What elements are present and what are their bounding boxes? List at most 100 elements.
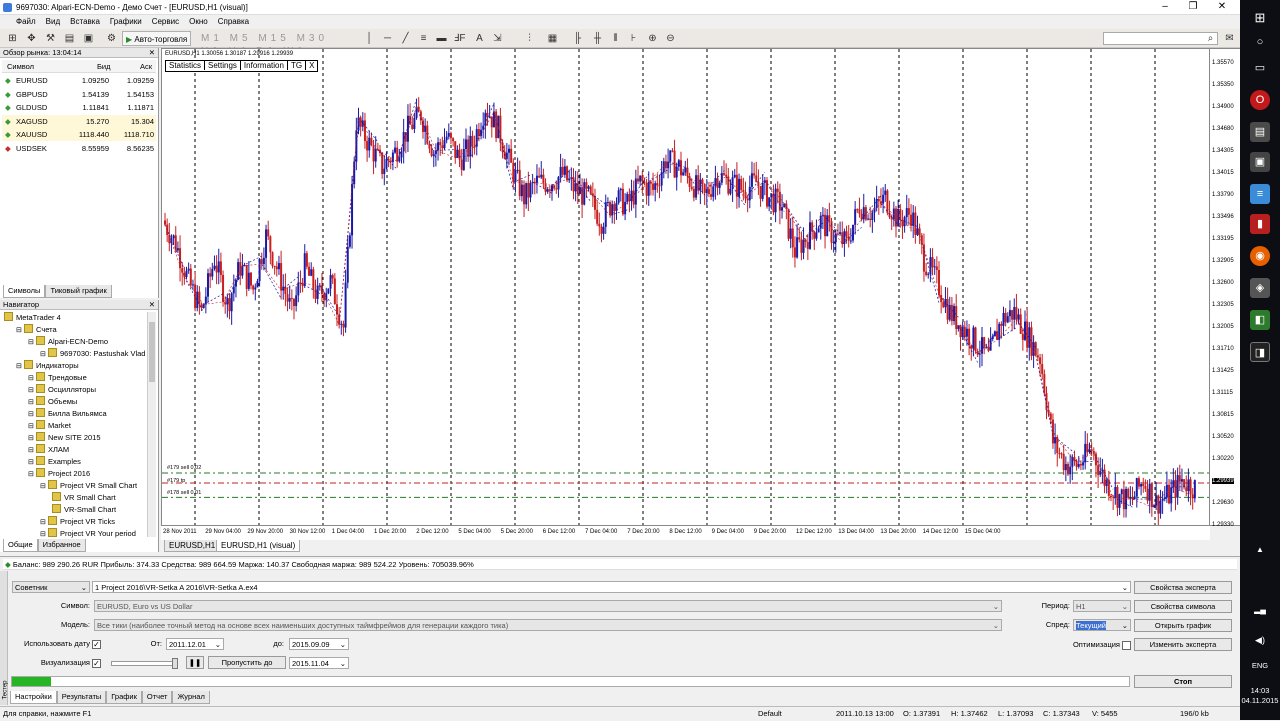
close-icon[interactable]: ✕ (149, 48, 155, 58)
menu-tools[interactable]: Сервис (147, 15, 184, 29)
expert-properties-button[interactable]: Свойства эксперта (1134, 581, 1232, 594)
file-explorer-icon[interactable]: ▤ (1250, 122, 1270, 142)
pause-button[interactable]: ❚❚ (186, 656, 204, 669)
modify-expert-button[interactable]: Изменить эксперта (1134, 638, 1232, 651)
open-chart-button[interactable]: Открыть график (1134, 619, 1232, 632)
market-row[interactable]: ◆EURUSD1.092501.09259 (2, 74, 156, 87)
menu-charts[interactable]: Графики (105, 15, 147, 29)
tab-favorites[interactable]: Избранное (38, 539, 86, 552)
column-bid[interactable]: Бид (97, 60, 111, 73)
close-icon[interactable]: ✕ (1207, 0, 1237, 15)
tab-report[interactable]: Отчет (142, 691, 173, 704)
new-chart-icon[interactable]: ⊞ (5, 31, 20, 46)
bar-chart-icon[interactable]: ╟ (570, 31, 585, 46)
optimization-checkbox[interactable] (1122, 641, 1131, 650)
spread-select[interactable]: Текущий⌄ (1073, 619, 1131, 631)
tester-side-handle[interactable]: Тестер (0, 571, 8, 705)
tester-icon[interactable]: ⚙ (104, 31, 119, 46)
scrollbar-thumb[interactable] (149, 322, 155, 382)
arrow-icon[interactable]: ⇲ (490, 31, 505, 46)
tab-tick-chart[interactable]: Тиковый график (45, 285, 111, 298)
hline-icon[interactable]: ≡ (416, 31, 431, 46)
navigator-item[interactable]: VR-Small Chart (52, 504, 116, 516)
market-row[interactable]: ◆GBPUSD1.541391.54153 (2, 88, 156, 101)
expand-icon[interactable]: ⊟ (28, 469, 36, 481)
app-icon[interactable]: ◨ (1250, 342, 1270, 362)
overlay-tab-information[interactable]: Information (241, 61, 288, 70)
navigator-item[interactable]: ⊟New SITE 2015 (28, 432, 101, 444)
navigator-item[interactable]: VR Small Chart (52, 492, 116, 504)
overlay-tab-settings[interactable]: Settings (205, 61, 241, 70)
text-icon[interactable]: A (472, 31, 487, 46)
fibo-icon[interactable]: ℲF (452, 31, 467, 46)
from-date-input[interactable]: 2011.12.01⌄ (166, 638, 224, 650)
column-symbol[interactable]: Символ (7, 60, 34, 73)
navigator-item[interactable]: ⊟Осцилляторы (28, 384, 96, 396)
app-icon[interactable]: ▣ (1250, 152, 1270, 172)
windows-start-icon[interactable]: ⊞ (1250, 8, 1270, 28)
navigator-item[interactable]: ⊟Alpari-ECN-Demo (28, 336, 108, 348)
menu-window[interactable]: Окно (184, 15, 213, 29)
market-row[interactable]: ◆XAUUSD1118.4401118.710 (2, 128, 156, 141)
terminal-icon[interactable]: ▣ (81, 31, 96, 46)
period-select[interactable]: H1⌄ (1073, 600, 1131, 612)
market-row[interactable]: ◆XAGUSD15.27015.304 (2, 115, 156, 128)
navigator-scrollbar[interactable] (147, 312, 156, 537)
stop-button[interactable]: Стоп (1134, 675, 1232, 688)
chart-tab-eurusd-h1[interactable]: EURUSD,H1 (164, 540, 220, 552)
chart-tab-eurusd-h1-visual[interactable]: EURUSD,H1 (visual) (216, 540, 300, 552)
period-icon[interactable]: ⫶ (522, 31, 537, 46)
expand-icon[interactable]: ⊟ (16, 325, 24, 337)
tab-common[interactable]: Общие (3, 539, 38, 552)
mail-icon[interactable]: ✉ (1222, 31, 1237, 46)
tab-journal[interactable]: Журнал (172, 691, 209, 704)
autoscroll-icon[interactable]: ⊦ (626, 31, 641, 46)
navigator-item[interactable]: ⊟Project VR Small Chart (40, 480, 137, 492)
opera-icon[interactable]: O (1250, 90, 1270, 110)
expand-icon[interactable]: ⊟ (40, 481, 48, 493)
app-icon[interactable]: ◈ (1250, 278, 1270, 298)
navigator-item[interactable]: MetaTrader 4 (4, 312, 61, 324)
firefox-icon[interactable]: ◉ (1250, 246, 1270, 266)
visualization-checkbox[interactable]: ✓ (92, 659, 101, 668)
menu-help[interactable]: Справка (213, 15, 254, 29)
navigator-icon[interactable]: ▤ (62, 31, 77, 46)
menu-file[interactable]: Файл (0, 15, 41, 29)
app-icon[interactable]: ◧ (1250, 310, 1270, 330)
market-row[interactable]: ◆USDSEK8.559598.56235 (2, 142, 156, 155)
language-indicator[interactable]: ENG (1240, 661, 1280, 670)
app-icon[interactable]: ▮ (1250, 214, 1270, 234)
autotrade-button[interactable]: ▶ Авто-торговля (122, 31, 191, 46)
tab-symbols[interactable]: Символы (3, 285, 45, 298)
menu-view[interactable]: Вид (41, 15, 65, 29)
navigator-item[interactable]: ⊟Examples (28, 456, 81, 468)
crosshair-icon[interactable]: ─ (380, 31, 395, 46)
slider-thumb[interactable] (172, 658, 178, 669)
navigator-item[interactable]: ⊟Индикаторы (16, 360, 79, 372)
candlestick-chart[interactable] (162, 49, 1209, 525)
cursor-icon[interactable]: │ (362, 31, 377, 46)
network-icon[interactable]: ▂▄ (1250, 600, 1270, 620)
line-chart-icon[interactable]: ⫴ (608, 31, 623, 46)
expert-select[interactable]: 1 Project 2016\VR-Setka A 2016\VR-Setka … (92, 581, 1131, 593)
volume-icon[interactable]: ◀) (1250, 630, 1270, 650)
speed-slider[interactable] (111, 661, 177, 666)
zoom-in-icon[interactable]: ⊕ (645, 31, 660, 46)
overlay-tab-tg[interactable]: TG (288, 61, 306, 70)
candles-icon[interactable]: ╫ (590, 31, 605, 46)
to-date-input[interactable]: 2015.09.09⌄ (289, 638, 349, 650)
close-icon[interactable]: ✕ (149, 300, 155, 310)
navigator-item[interactable]: ⊟ХЛАМ (28, 444, 69, 456)
tray-icon[interactable]: ▲ (1250, 540, 1270, 560)
market-row[interactable]: ◆GLDUSD1.118411.11871 (2, 101, 156, 114)
chart-area[interactable]: EURUSD,H1 1.30056 1.30187 1.29916 1.2993… (161, 48, 1210, 526)
market-watch-icon[interactable]: ⚒ (43, 31, 58, 46)
tab-graph[interactable]: График (106, 691, 142, 704)
menu-insert[interactable]: Вставка (65, 15, 105, 29)
type-select[interactable]: Советник⌄ (12, 581, 90, 593)
skip-to-date-input[interactable]: 2015.11.04⌄ (289, 657, 349, 669)
clock[interactable]: 14:0304.11.2015 (1240, 686, 1280, 706)
expand-icon[interactable]: ⊟ (16, 361, 24, 373)
task-view-icon[interactable]: ▭ (1250, 58, 1270, 78)
tab-settings[interactable]: Настройки (10, 691, 57, 704)
